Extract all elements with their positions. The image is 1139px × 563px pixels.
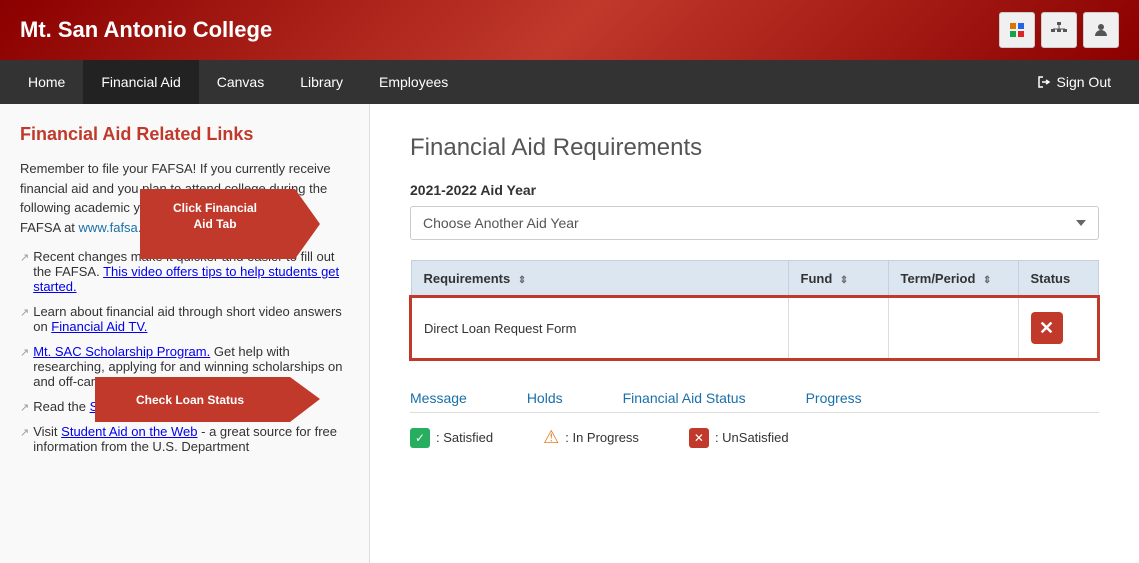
header: Mt. San Antonio College <box>0 0 1139 60</box>
aid-year-select[interactable]: Choose Another Aid Year <box>410 206 1099 240</box>
sidebar-title: Financial Aid Related Links <box>20 124 349 145</box>
satisfied-icon: ✓ <box>410 428 430 448</box>
signout-label: Sign Out <box>1057 74 1111 90</box>
student-aid-link[interactable]: Student Aid on the Web <box>61 424 197 439</box>
financial-aid-tv-link[interactable]: Financial Aid TV. <box>51 319 147 334</box>
sidebar-link-4: ↗ Read the Smart Guide to Financial Aid. <box>20 399 349 414</box>
nav-item-employees[interactable]: Employees <box>361 60 466 104</box>
legend-header-progress: Progress <box>806 390 862 406</box>
legend-section: Message Holds Financial Aid Status Progr… <box>410 390 1099 448</box>
status-unsatisfied-btn[interactable]: ✕ <box>1031 312 1063 344</box>
aid-year-label: 2021-2022 Aid Year <box>410 182 1099 198</box>
legend-unsatisfied: ✕ : UnSatisfied <box>689 428 789 448</box>
main-container: Financial Aid Related Links Remember to … <box>0 104 1139 563</box>
nav-item-library[interactable]: Library <box>282 60 361 104</box>
nav-item-home[interactable]: Home <box>10 60 83 104</box>
link-icon-1: ↗ <box>20 251 29 264</box>
requirements-table: Requirements ⇕ Fund ⇕ Term/Period ⇕ Stat… <box>410 260 1099 360</box>
table-row: Direct Loan Request Form ✕ <box>411 297 1098 359</box>
sort-arrows-fund: ⇕ <box>840 275 848 286</box>
scholarship-link[interactable]: Mt. SAC Scholarship Program. <box>33 344 210 359</box>
navigation: Home Financial Aid Canvas Library Employ… <box>0 60 1139 104</box>
link-icon-4: ↗ <box>20 401 29 414</box>
video-link[interactable]: This video offers tips to help students … <box>33 264 339 294</box>
inprogress-icon: ⚠ <box>543 427 559 448</box>
legend-header-fa-status: Financial Aid Status <box>623 390 746 406</box>
link-icon-2: ↗ <box>20 306 29 319</box>
legend-inprogress: ⚠ : In Progress <box>543 427 639 448</box>
sidebar-intro: Remember to file your FAFSA! If you curr… <box>20 159 349 237</box>
sort-arrows-term: ⇕ <box>983 275 991 286</box>
sidebar-link-2: ↗ Learn about financial aid through shor… <box>20 304 349 334</box>
main-content: Financial Aid Requirements 2021-2022 Aid… <box>370 104 1139 563</box>
nav-item-canvas[interactable]: Canvas <box>199 60 282 104</box>
legend-satisfied: ✓ : Satisfied <box>410 428 493 448</box>
col-term-period[interactable]: Term/Period ⇕ <box>888 261 1018 298</box>
sidebar-link-3: ↗ Mt. SAC Scholarship Program. Get help … <box>20 344 349 389</box>
link-icon-5: ↗ <box>20 426 29 439</box>
legend-header-holds: Holds <box>527 390 563 406</box>
sidebar-link-5: ↗ Visit Student Aid on the Web - a great… <box>20 424 349 454</box>
legend-items: ✓ : Satisfied ⚠ : In Progress ✕ : UnSati… <box>410 427 1099 448</box>
org-chart-icon <box>1050 21 1068 39</box>
col-status: Status <box>1018 261 1098 298</box>
office-icon-btn[interactable] <box>999 12 1035 48</box>
signout-icon <box>1037 75 1051 89</box>
legend-header-message: Message <box>410 390 467 406</box>
sidebar-link-1: ↗ Recent changes make it quicker and eas… <box>20 249 349 294</box>
link-icon-3: ↗ <box>20 346 29 359</box>
signout-button[interactable]: Sign Out <box>1019 60 1129 104</box>
cell-status: ✕ <box>1018 297 1098 359</box>
unsatisfied-label: : UnSatisfied <box>715 430 789 445</box>
fafsa-link[interactable]: www.fafsa.gov <box>79 220 162 235</box>
legend-header: Message Holds Financial Aid Status Progr… <box>410 390 1099 413</box>
sort-arrows-requirements: ⇕ <box>518 275 526 286</box>
cell-requirement: Direct Loan Request Form <box>411 297 788 359</box>
inprogress-label: : In Progress <box>565 430 639 445</box>
smart-guide-link[interactable]: Smart Guide to Financial Aid. <box>90 399 258 414</box>
header-icons <box>999 12 1119 48</box>
satisfied-label: : Satisfied <box>436 430 493 445</box>
nav-item-financial-aid[interactable]: Financial Aid <box>83 60 198 104</box>
office-icon <box>1008 21 1026 39</box>
col-requirements[interactable]: Requirements ⇕ <box>411 261 788 298</box>
col-fund[interactable]: Fund ⇕ <box>788 261 888 298</box>
sidebar: Financial Aid Related Links Remember to … <box>0 104 370 563</box>
page-title: Financial Aid Requirements <box>410 134 1099 162</box>
cell-term-period <box>888 297 1018 359</box>
site-title: Mt. San Antonio College <box>20 17 272 43</box>
user-icon-btn[interactable] <box>1083 12 1119 48</box>
org-icon-btn[interactable] <box>1041 12 1077 48</box>
unsatisfied-icon: ✕ <box>689 428 709 448</box>
cell-fund <box>788 297 888 359</box>
user-icon <box>1093 22 1109 38</box>
